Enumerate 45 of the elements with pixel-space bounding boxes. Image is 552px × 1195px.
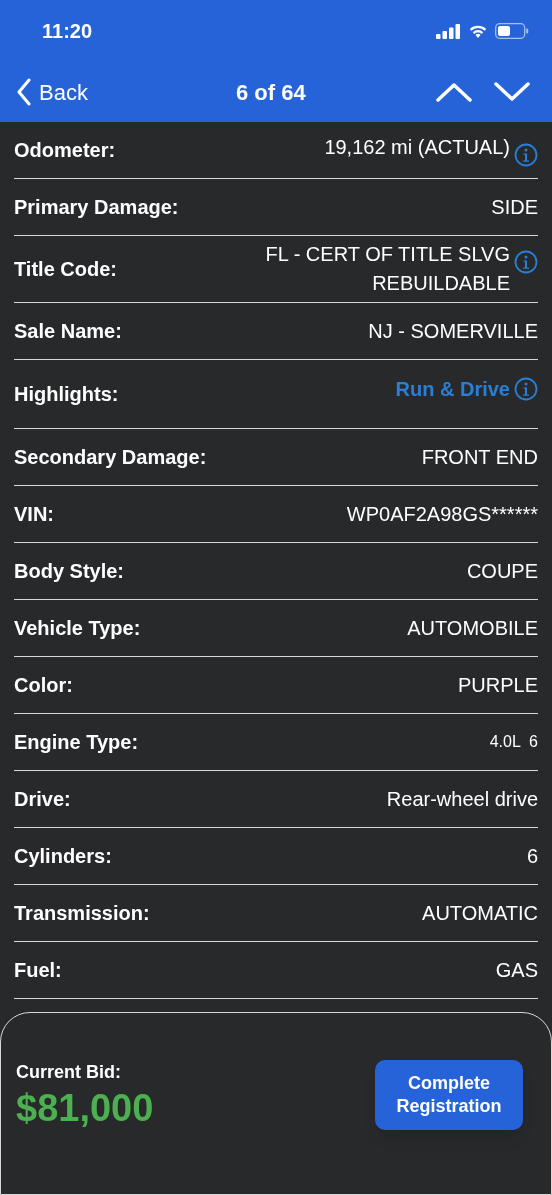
detail-label: Fuel: [14,958,62,983]
complete-registration-button[interactable]: Complete Registration [375,1060,523,1130]
detail-value: WP0AF2A98GS****** [346,502,538,527]
detail-value: COUPE [466,559,538,584]
detail-value: AUTOMOBILE [407,616,538,641]
info-icon[interactable] [514,143,538,167]
battery-icon [495,23,529,39]
detail-label: VIN: [14,502,54,527]
signal-icon [436,23,461,39]
detail-label: Sale Name: [14,319,122,344]
detail-value: 19,162 mi (ACTUAL) [324,135,510,160]
detail-label: Body Style: [14,559,125,584]
info-icon[interactable] [514,377,538,401]
detail-value: NJ - SOMERVILLE [368,319,538,344]
info-icon[interactable] [514,250,538,274]
detail-value: Rear-wheel drive [386,787,538,812]
detail-value: SIDE [491,195,538,220]
bid-label: Current Bid: [16,1061,122,1084]
chevron-down-icon[interactable] [494,82,530,102]
nav-title: 6 of 64 [236,78,306,107]
detail-label: Engine Type: [14,730,139,755]
detail-label: Transmission: [14,901,150,926]
detail-label: Secondary Damage: [14,445,207,470]
highlight-link[interactable]: Run & Drive [395,374,510,404]
chevron-up-icon[interactable] [436,82,472,102]
detail-label: Odometer: [14,138,116,163]
back-chevron-icon [16,78,31,106]
detail-label: Drive: [14,787,71,812]
wifi-icon [468,23,488,39]
detail-value: AUTOMATIC [422,901,538,926]
detail-value: 6 [526,844,538,869]
detail-label: Vehicle Type: [14,616,141,641]
detail-label: Primary Damage: [14,195,179,220]
detail-label: Color: [14,673,73,698]
detail-value: 4.0L 6 [489,732,538,752]
back-button[interactable]: Back [16,75,88,109]
detail-label: Cylinders: [14,844,112,869]
bid-amount: $81,000 [16,1086,154,1130]
detail-value: GAS [495,958,538,983]
detail-value: FL - CERT OF TITLE SLVG REBUILDABLE [264,242,510,296]
detail-value: PURPLE [457,673,538,698]
detail-label: Highlights: [14,382,119,407]
detail-label: Title Code: [14,257,117,282]
status-time: 11:20 [42,19,93,44]
detail-value: FRONT END [421,445,538,470]
